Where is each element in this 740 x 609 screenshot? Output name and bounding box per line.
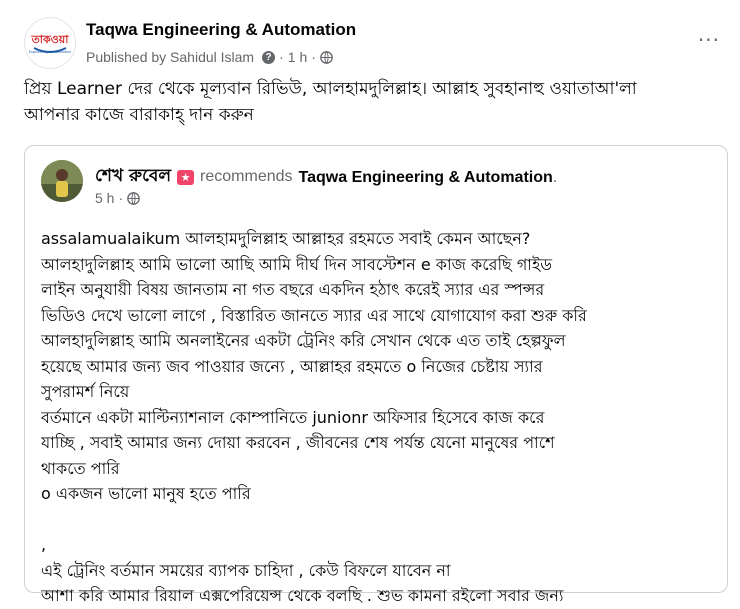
meta-separator: · bbox=[279, 49, 284, 65]
page-logo-avatar[interactable]: তাকওয়া Engineering & Automation bbox=[24, 17, 76, 69]
review-line: বর্তমানে একটা মাল্টিন্যাশনাল কোম্পানিতে … bbox=[41, 407, 545, 427]
post-text-line: আপনার কাজে বারাকাহ্ দান করুন bbox=[24, 105, 254, 125]
globe-icon[interactable] bbox=[127, 191, 140, 205]
reviewer-photo-icon bbox=[41, 160, 83, 202]
more-options-button[interactable]: ··· bbox=[698, 30, 720, 50]
review-line: হয়েছে আমার জন্য জব পাওয়ার জন্যে , আল্ল… bbox=[41, 356, 543, 376]
question-circle-icon[interactable]: ? bbox=[262, 50, 276, 64]
review-line: লাইন অনুযায়ী বিষয় জানতাম না গত বছরে এক… bbox=[41, 280, 545, 299]
meta-separator: · bbox=[118, 190, 124, 206]
post-header: তাকওয়া Engineering & Automation Taqwa E… bbox=[24, 14, 720, 74]
recommends-period: . bbox=[552, 169, 558, 186]
review-line: যাচ্ছি , সবাই আমার জন্য দোয়া করবেন , জী… bbox=[41, 433, 555, 452]
review-line: , bbox=[41, 535, 47, 554]
recommended-page-link[interactable]: Taqwa Engineering & Automation bbox=[299, 169, 553, 186]
globe-icon[interactable] bbox=[320, 50, 333, 64]
review-line: আলহাদুলিল্লাহ আমি অনলাইনের একটা ট্রেনিং … bbox=[41, 331, 566, 350]
post-text-line: প্রিয় Learner দের থেকে মূল্যবান রিভিউ, … bbox=[24, 79, 637, 99]
review-meta: 5 h · bbox=[95, 190, 140, 206]
recommend-badge-icon: ★ bbox=[177, 169, 195, 185]
logo-text: তাকওয়া bbox=[31, 33, 70, 46]
post-time[interactable]: 1 h bbox=[288, 49, 307, 65]
page-logo-icon: তাকওয়া Engineering & Automation bbox=[26, 19, 74, 67]
review-line: থাকতে পারি bbox=[41, 458, 120, 478]
recommendation-line: শেখ রুবেল ★ recommends Taqwa Engineering… bbox=[95, 163, 557, 191]
review-line: assalamualaikum আলহামদুলিল্লাহ আল্লাহর র… bbox=[41, 229, 531, 248]
review-line-blank bbox=[41, 507, 717, 533]
reviewer-name-link[interactable]: শেখ রুবেল bbox=[95, 163, 171, 191]
shared-recommendation-card[interactable]: শেখ রুবেল ★ recommends Taqwa Engineering… bbox=[24, 145, 728, 605]
review-line: এই ট্রেনিং বর্তমান সময়ের ব্যাপক চাহিদা … bbox=[41, 560, 451, 580]
reviewer-avatar[interactable] bbox=[41, 160, 83, 202]
review-line: o একজন ভালো মানুষ হতে পারি bbox=[41, 484, 251, 503]
recommends-text: recommends bbox=[200, 168, 293, 185]
review-text: assalamualaikum আলহামদুলিল্লাহ আল্লাহর র… bbox=[41, 226, 717, 609]
logo-subtext: Engineering & Automation bbox=[29, 50, 71, 54]
post-text: প্রিয় Learner দের থেকে মূল্যবান রিভিউ, … bbox=[24, 76, 724, 128]
review-time[interactable]: 5 h bbox=[95, 190, 114, 206]
published-by-text[interactable]: Published by Sahidul Islam bbox=[86, 49, 254, 65]
review-line: সুপরামর্শ নিয়ে bbox=[41, 382, 130, 401]
page-name-link[interactable]: Taqwa Engineering & Automation bbox=[86, 20, 356, 40]
review-line: ভিডিও দেখে ভালো লাগে , বিস্তারিত জানতে স… bbox=[41, 305, 587, 325]
post-meta: Published by Sahidul Islam ? · 1 h · bbox=[86, 49, 333, 65]
review-line: আলহাদুলিল্লাহ আমি ভালো আছি আমি দীর্ঘ দিন… bbox=[41, 254, 553, 274]
meta-separator: · bbox=[311, 49, 316, 65]
